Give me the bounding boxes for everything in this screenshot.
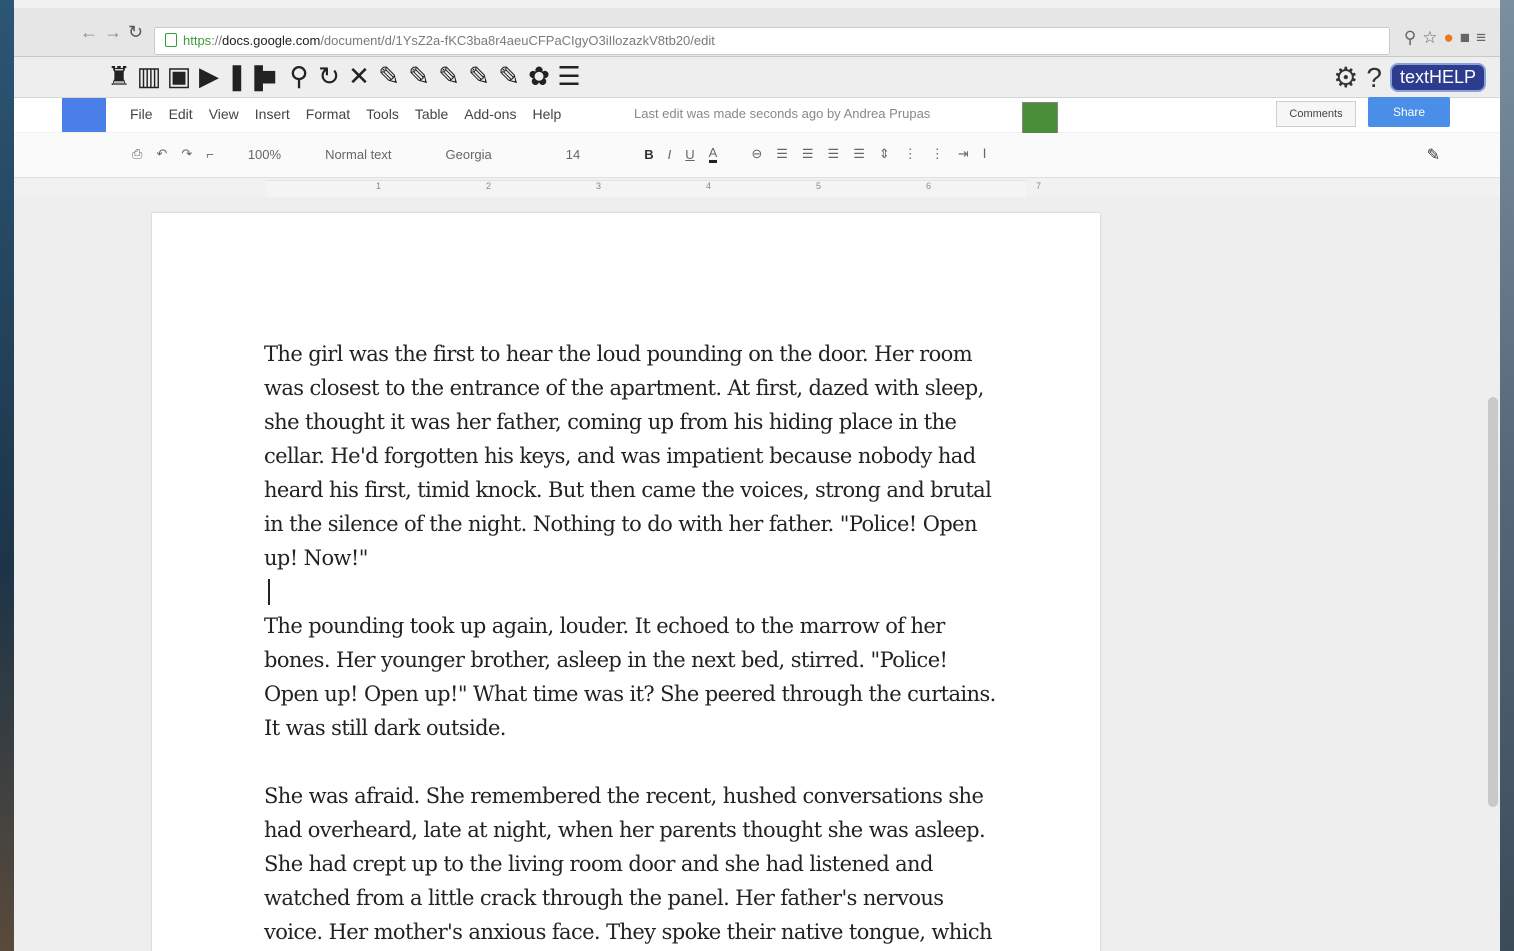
browser-toolbar: ← → ↻ https://docs.google.com/document/d… — [14, 8, 1500, 57]
ruler-mark: 7 — [1036, 181, 1042, 191]
ruler-mark: 4 — [706, 181, 712, 191]
menu-item-addons[interactable]: Add-ons — [464, 106, 516, 122]
numbered-list-icon[interactable]: ⋮ — [904, 146, 917, 162]
menu-item-insert[interactable]: Insert — [255, 106, 290, 122]
link-icon[interactable]: ⊖ — [751, 146, 762, 162]
texthelp-tool-icon[interactable]: ⚲ — [286, 61, 312, 91]
format-toolbar: ⎙ ↶ ↷ ⌐ 100% Normal text Georgia 14 B I … — [14, 133, 1500, 178]
scrollbar[interactable] — [1488, 397, 1498, 807]
texthelp-logo[interactable]: textHELP — [1389, 63, 1486, 92]
menu-item-help[interactable]: Help — [532, 106, 561, 122]
help-icon[interactable]: ? — [1366, 62, 1382, 94]
ruler[interactable]: 1 2 3 4 5 6 7 — [266, 180, 1041, 197]
paragraph[interactable]: The girl was the first to hear the loud … — [264, 337, 1004, 575]
texthelp-tool-icon[interactable]: ✎ — [406, 61, 432, 91]
menu-item-view[interactable]: View — [209, 106, 239, 122]
align-center-icon[interactable]: ☰ — [802, 146, 814, 162]
bulleted-list-icon[interactable]: ⋮ — [931, 146, 944, 162]
italic-button[interactable]: I — [668, 147, 672, 162]
underline-button[interactable]: U — [685, 147, 694, 162]
paragraph[interactable]: She was afraid. She remembered the recen… — [264, 779, 1004, 951]
addon-icon[interactable] — [1022, 102, 1058, 134]
url-path: /document/d/1YsZ2a-fKC3ba8r4aeuCFPaCIgyO… — [320, 33, 715, 48]
lock-icon — [165, 33, 177, 47]
search-icon[interactable]: ⚲ — [1404, 28, 1422, 47]
docs-logo-icon[interactable] — [62, 98, 106, 132]
menu-item-file[interactable]: File — [130, 106, 153, 122]
texthelp-tool-icon[interactable]: ✎ — [496, 61, 522, 91]
bold-button[interactable]: B — [644, 147, 653, 162]
menu-item-tools[interactable]: Tools — [366, 106, 399, 122]
print-icon[interactable]: ⎙ — [132, 146, 142, 162]
style-select[interactable]: Normal text — [325, 147, 391, 162]
texthelp-right: ⚙ ? textHELP — [1333, 61, 1486, 94]
ruler-mark: 6 — [926, 181, 932, 191]
document-area: The girl was the first to hear the loud … — [14, 197, 1500, 951]
format-items: ⎙ ↶ ↷ ⌐ 100% Normal text Georgia 14 B I … — [132, 145, 987, 163]
desktop-background — [0, 0, 14, 951]
ruler-mark: 1 — [376, 181, 382, 191]
size-select[interactable]: 14 — [566, 147, 580, 162]
align-left-icon[interactable]: ☰ — [776, 146, 788, 162]
texthelp-tool-icon[interactable]: ✎ — [466, 61, 492, 91]
texthelp-toolbar: ♜ ▥ ▣ ▶ ❚❚ ■ ⚲ ↻ ✕ ✎ ✎ ✎ ✎ ✎ ✿ ☰ ⚙ ? textHELP — [14, 57, 1500, 98]
clear-format-icon[interactable]: Ⅰ — [983, 146, 987, 162]
texthelp-tool-icon[interactable]: ✕ — [346, 61, 372, 91]
menu-icon[interactable]: ≡ — [1476, 28, 1492, 47]
texthelp-tool-icon[interactable]: ✎ — [376, 61, 402, 91]
browser-action-icons: ⚲☆●■≡ — [1404, 28, 1492, 48]
texthelp-tool-icon[interactable]: ▣ — [166, 61, 192, 91]
document-body[interactable]: The girl was the first to hear the loud … — [264, 337, 1004, 951]
menu: File Edit View Insert Format Tools Table Add-on… — [130, 106, 561, 122]
document-page[interactable]: The girl was the first to hear the loud … — [152, 213, 1100, 951]
text-color-button[interactable]: A — [708, 145, 718, 163]
texthelp-tool-icon[interactable]: ☰ — [556, 61, 582, 91]
extension-icon[interactable]: ● — [1444, 28, 1460, 47]
texthelp-tool-icon[interactable]: ❚❚ — [226, 61, 270, 91]
ruler-mark: 5 — [816, 181, 822, 191]
browser-window: ← → ↻ https://docs.google.com/document/d… — [14, 0, 1500, 951]
comments-button[interactable]: Comments — [1276, 101, 1356, 127]
pen-icon[interactable]: ✎ — [1427, 145, 1440, 165]
text-cursor — [268, 579, 270, 605]
menu-item-table[interactable]: Table — [415, 106, 448, 122]
reload-icon[interactable]: ↻ — [128, 22, 143, 43]
undo-icon[interactable]: ↶ — [156, 146, 167, 162]
paint-format-icon[interactable]: ⌐ — [206, 147, 214, 162]
forward-icon[interactable]: → — [104, 22, 122, 43]
back-icon[interactable]: ← — [80, 22, 98, 43]
star-icon[interactable]: ☆ — [1422, 28, 1443, 47]
line-spacing-icon[interactable]: ⇕ — [879, 146, 890, 162]
paragraph[interactable]: The pounding took up again, louder. It e… — [264, 609, 1004, 745]
last-edit-status[interactable]: Last edit was made seconds ago by Andrea… — [634, 106, 930, 121]
texthelp-tool-icon[interactable]: ♜ — [106, 61, 132, 91]
ruler-mark: 2 — [486, 181, 492, 191]
menu-item-format[interactable]: Format — [306, 106, 350, 122]
extension2-icon[interactable]: ■ — [1460, 28, 1476, 47]
url-scheme: https — [183, 33, 212, 48]
texthelp-tool-icon[interactable]: ↻ — [316, 61, 342, 91]
settings-gear-icon[interactable]: ⚙ — [1333, 61, 1358, 94]
texthelp-tool-icon[interactable]: ■ — [256, 61, 282, 91]
texthelp-tools: ♜ ▥ ▣ ▶ ❚❚ ■ ⚲ ↻ ✕ ✎ ✎ ✎ ✎ ✎ ✿ ☰ — [106, 61, 582, 91]
indent-icon[interactable]: ⇥ — [958, 146, 969, 162]
redo-icon[interactable]: ↷ — [181, 146, 192, 162]
justify-icon[interactable]: ☰ — [853, 146, 865, 162]
font-select[interactable]: Georgia — [446, 147, 492, 162]
ruler-mark: 3 — [596, 181, 602, 191]
texthelp-tool-icon[interactable]: ✎ — [436, 61, 462, 91]
texthelp-tool-icon[interactable]: ▥ — [136, 61, 162, 91]
url-host: docs.google.com — [222, 33, 321, 48]
texthelp-tool-icon[interactable]: ✿ — [526, 61, 552, 91]
desktop-background-right — [1500, 0, 1514, 951]
share-button[interactable]: Share — [1368, 97, 1450, 127]
align-right-icon[interactable]: ☰ — [828, 146, 840, 162]
zoom-select[interactable]: 100% — [248, 147, 281, 162]
texthelp-tool-icon[interactable]: ▶ — [196, 61, 222, 91]
address-bar[interactable]: https://docs.google.com/document/d/1YsZ2… — [154, 27, 1390, 55]
menu-item-edit[interactable]: Edit — [169, 106, 193, 122]
